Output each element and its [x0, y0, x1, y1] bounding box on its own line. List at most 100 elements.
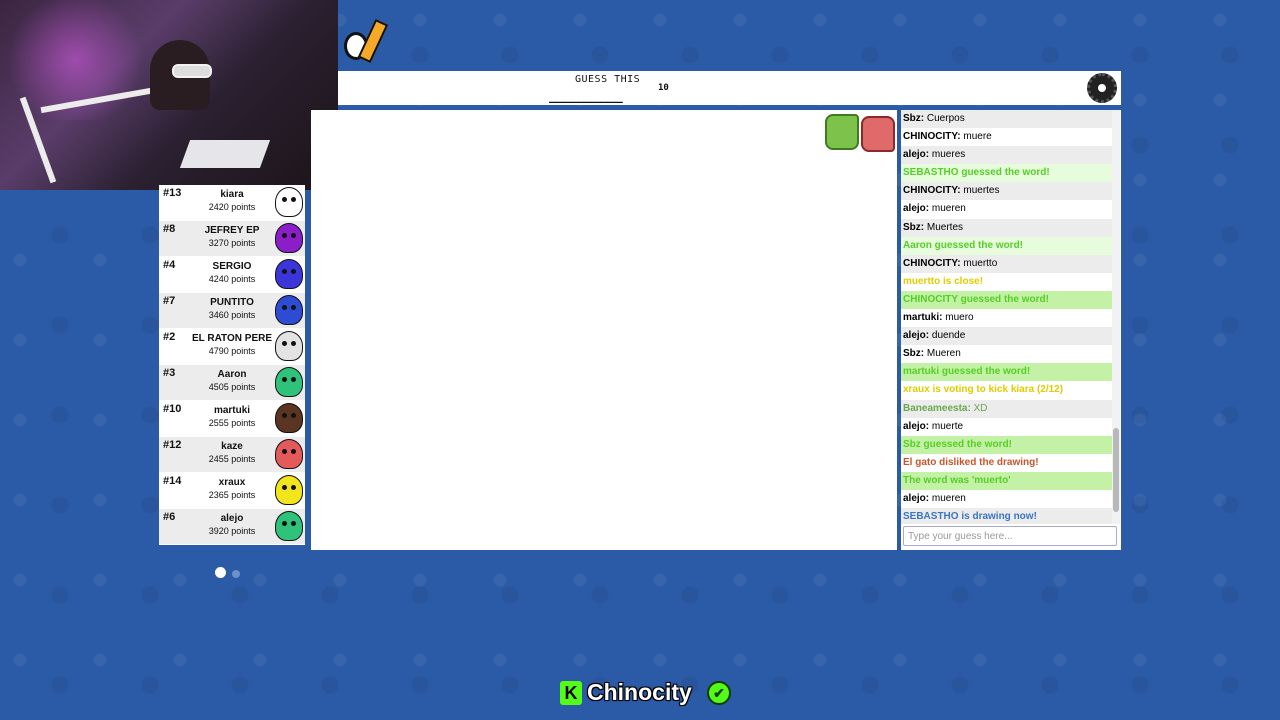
chat-username: Baneameesta	[903, 402, 968, 414]
chat-username: CHINOCITY	[903, 257, 958, 269]
gear-icon[interactable]	[1087, 73, 1117, 103]
keyboard	[179, 140, 271, 168]
chat-message: martuki: muero	[901, 309, 1112, 328]
player-avatar-icon	[275, 295, 303, 325]
player-row[interactable]: #3 Aaron 4505 points	[159, 365, 305, 401]
player-row[interactable]: #14 xraux 2365 points	[159, 473, 305, 509]
game-header: GUESS THIS __________ 10	[338, 71, 1121, 105]
chat-message: alejo: duende	[901, 327, 1112, 346]
player-avatar-icon	[275, 187, 303, 217]
page-dot[interactable]	[232, 570, 240, 578]
verified-check-icon: ✔	[707, 681, 731, 705]
chat-username: Sbz	[903, 113, 921, 124]
chat-username: alejo	[903, 330, 926, 342]
player-rank: #6	[163, 511, 176, 523]
chat-message: CHINOCITY guessed the word!	[901, 290, 1112, 310]
player-points: 4240 points	[208, 274, 256, 284]
chat-text: muero	[945, 312, 974, 324]
streamer-glasses	[172, 64, 212, 78]
chat-text: mueren	[931, 203, 966, 215]
player-points: 2455 points	[208, 454, 256, 464]
chat-messages: Sbz: Cuerpos CHINOCITY: muere alejo: muere…	[901, 110, 1112, 524]
chat-system-text: El gato disliked the drawing!	[903, 456, 1039, 468]
chat-system-text: xraux is voting to kick kiara (2/12)	[903, 384, 1064, 396]
player-rank: #14	[163, 475, 182, 487]
chat-username: CHINOCITY	[903, 185, 958, 197]
chat-message: SEBASTHO is drawing now!	[901, 508, 1112, 524]
player-points: 2420 points	[208, 202, 256, 212]
chat-message: muertto is close!	[901, 272, 1112, 291]
chat-text: XD	[973, 402, 988, 414]
game-logo	[342, 18, 402, 63]
thumbs-down-icon[interactable]	[861, 116, 895, 152]
chat-message: martuki guessed the word!	[901, 363, 1112, 382]
player-name: kiara	[220, 189, 244, 200]
player-avatar-icon	[275, 331, 303, 361]
chat-message: xraux is voting to kick kiara (2/12)	[901, 381, 1112, 400]
player-name: alejo	[220, 513, 244, 524]
chat-message: alejo: mueres	[901, 146, 1112, 165]
player-rank: #13	[163, 187, 182, 199]
chat-message: SEBASTHO guessed the word!	[901, 164, 1112, 183]
player-row[interactable]: #8 JEFREY EP 3270 points	[159, 221, 305, 257]
chat-text: muertto	[963, 257, 998, 269]
player-points: 3270 points	[208, 238, 256, 248]
player-points: 4505 points	[208, 382, 256, 392]
page-dots	[215, 565, 246, 583]
player-row[interactable]: #13 kiara 2420 points	[159, 185, 305, 221]
chat-text: duende	[931, 330, 966, 342]
player-name: EL RATON PERE	[191, 333, 272, 344]
chat-scrollbar[interactable]	[1112, 110, 1120, 524]
player-row[interactable]: #7 PUNTITO 3460 points	[159, 293, 305, 329]
player-name: SERGIO	[212, 261, 252, 272]
guess-label: GUESS THIS	[575, 74, 641, 85]
chat-message: CHINOCITY: muertes	[901, 182, 1112, 201]
player-name: PUNTITO	[210, 297, 254, 308]
chat-text: muertes	[963, 185, 1000, 197]
chat-text: muerte	[931, 420, 964, 432]
chat-text: muere	[963, 131, 992, 143]
chat-username: Sbz	[903, 348, 921, 360]
player-name: JEFREY EP	[204, 225, 260, 236]
player-row[interactable]: #10 martuki 2555 points	[159, 401, 305, 437]
player-points: 3920 points	[208, 526, 256, 536]
chat-message: Sbz: Cuerpos	[901, 110, 1112, 129]
player-points: 2555 points	[208, 418, 256, 428]
guess-input[interactable]	[903, 526, 1117, 546]
page-dot-active[interactable]	[215, 567, 226, 578]
player-avatar-icon	[275, 223, 303, 253]
chat-message: El gato disliked the drawing!	[901, 453, 1112, 472]
player-name: martuki	[213, 405, 251, 416]
word-length: 10	[658, 83, 669, 93]
player-row[interactable]: #2 EL RATON PERE 4790 points	[159, 329, 305, 365]
chat-text: Mueren	[926, 348, 961, 360]
chat-username: CHINOCITY	[903, 131, 958, 143]
drawing-canvas[interactable]	[311, 110, 897, 550]
player-row[interactable]: #4 SERGIO 4240 points	[159, 257, 305, 293]
chat-message: CHINOCITY: muere	[901, 128, 1112, 147]
player-points: 2365 points	[208, 490, 256, 500]
word-hint: __________	[549, 89, 623, 104]
chat-message: alejo: mueren	[901, 200, 1112, 219]
player-row[interactable]: #6 alejo 3920 points	[159, 509, 305, 545]
chat-message: Aaron guessed the word!	[901, 236, 1112, 255]
chat-panel: Sbz: Cuerpos CHINOCITY: muere alejo: muere…	[901, 110, 1121, 550]
chat-message: Baneameesta: XD	[901, 399, 1112, 418]
chat-username: Sbz	[903, 221, 921, 233]
player-rank: #12	[163, 439, 182, 451]
player-avatar-icon	[275, 259, 303, 289]
chat-system-text: Sbz guessed the word!	[903, 438, 1012, 450]
player-avatar-icon	[275, 367, 303, 397]
chat-message: CHINOCITY: muertto	[901, 254, 1112, 273]
chat-username: martuki	[903, 312, 940, 324]
chat-message: Sbz: Mueren	[901, 345, 1112, 364]
player-avatar-icon	[275, 439, 303, 469]
chat-text: Muertes	[926, 221, 964, 233]
player-rank: #10	[163, 403, 182, 415]
chat-scrollbar-thumb[interactable]	[1113, 428, 1119, 512]
player-name: kaze	[221, 441, 243, 452]
player-rank: #8	[163, 223, 176, 235]
player-row[interactable]: #12 kaze 2455 points	[159, 437, 305, 473]
player-list: #13 kiara 2420 points #8 JEFREY EP 3270 point…	[159, 185, 305, 545]
thumbs-up-icon[interactable]	[825, 114, 859, 150]
